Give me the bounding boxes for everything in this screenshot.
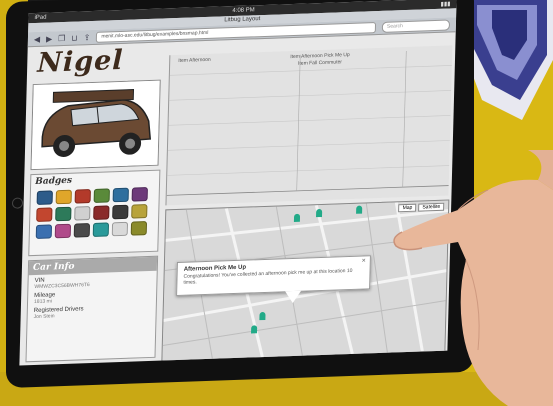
page-title: Nigel — [36, 44, 124, 79]
badge-icon[interactable] — [131, 204, 148, 219]
badge-icon[interactable] — [111, 221, 129, 237]
badge-icon[interactable] — [93, 205, 110, 220]
badge-icon[interactable] — [74, 189, 91, 204]
map-marker[interactable] — [316, 208, 323, 218]
map-marker[interactable] — [356, 205, 363, 214]
badge-icon[interactable] — [36, 207, 53, 222]
pointing-hand — [393, 150, 553, 406]
badges-panel: Badges — [28, 169, 161, 257]
badge-icon[interactable] — [93, 188, 110, 203]
map-marker[interactable] — [293, 213, 301, 222]
left-column: Nigel Badges Car Info VIN WMWZC3C56BWH76… — [23, 41, 163, 363]
share-icon[interactable]: ⇪ — [84, 33, 91, 42]
badge-icon[interactable] — [55, 206, 72, 222]
pages-icon[interactable]: ❐ — [58, 33, 65, 42]
badge-icon[interactable] — [74, 206, 91, 221]
badge-icon[interactable] — [73, 223, 91, 238]
badge-icon[interactable] — [130, 221, 148, 236]
badge-icon[interactable] — [54, 223, 72, 239]
badge-icon[interactable] — [92, 222, 110, 237]
car-graphic — [31, 80, 160, 170]
badge-icon[interactable] — [112, 187, 129, 203]
device-label: iPad — [34, 14, 47, 22]
clock: 4:08 PM — [232, 7, 255, 15]
badge-icon[interactable] — [131, 187, 148, 202]
forward-icon[interactable]: ▶ — [46, 34, 52, 43]
badge-icon[interactable] — [112, 204, 129, 220]
close-icon[interactable]: × — [362, 257, 366, 264]
back-icon[interactable]: ◀ — [34, 34, 40, 43]
camera-dot — [12, 197, 23, 209]
map-marker[interactable] — [251, 325, 258, 334]
search-field[interactable]: Search — [381, 18, 451, 33]
badge-grid — [30, 185, 159, 242]
car-illustration — [30, 79, 161, 171]
badge-icon[interactable] — [55, 189, 72, 205]
popup-tail — [284, 290, 302, 304]
car-info-panel: Car Info VIN WMWZC3C56BWH76T6 Mileage 18… — [25, 255, 159, 363]
chart-label-left: Item Afternoon — [178, 56, 211, 64]
achievement-popup: Afternoon Pick Me Up Congratulations! Yo… — [176, 255, 371, 304]
bookmarks-icon[interactable]: ⊔ — [71, 33, 77, 42]
badge-icon[interactable] — [35, 224, 53, 239]
battery-icon: ▮▮▮ — [440, 0, 451, 8]
map-marker[interactable] — [259, 311, 266, 321]
badge-icon[interactable] — [36, 190, 53, 205]
